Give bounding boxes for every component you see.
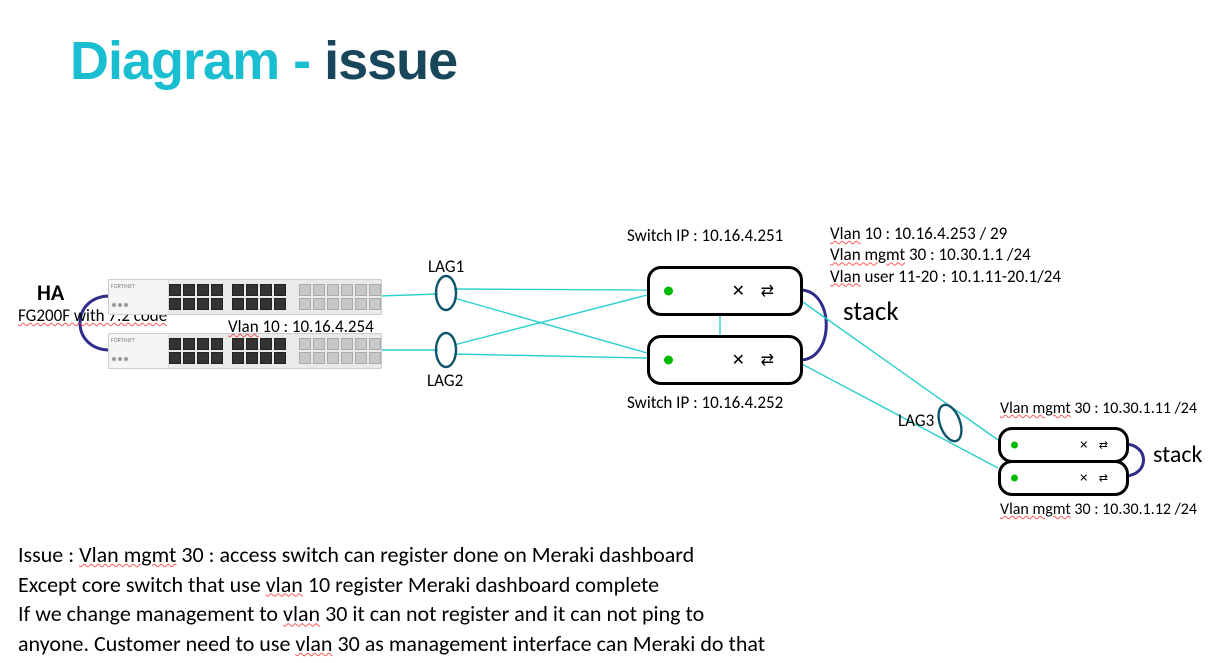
access-switch-bottom: ✕ ⇄ <box>998 460 1129 496</box>
page-title: Diagram - issue <box>70 30 457 92</box>
stack-label-core: stack <box>843 295 899 328</box>
lag2-label: LAG2 <box>427 370 463 391</box>
ha-label: HA <box>37 279 64 306</box>
access-vlan-bottom-label: Vlan mgmt 30 : 10.30.1.12 /24 <box>1000 500 1197 519</box>
title-text-b: issue <box>324 31 457 91</box>
switch-arrows-icon: ✕ ⇄ <box>1079 439 1112 452</box>
switch-ip-bottom-label: Switch IP : 10.16.4.252 <box>627 392 783 413</box>
vlan10-firewall-label: Vlan 10 : 10.16.4.254 <box>228 316 374 337</box>
switch-arrows-icon: ✕ ⇄ <box>732 281 780 301</box>
access-switch-top: ✕ ⇄ <box>998 427 1129 463</box>
stack-label-access: stack <box>1153 440 1202 469</box>
issue-description: Issue : Vlan mgmt 30 : access switch can… <box>18 540 765 659</box>
lag3-label: LAG3 <box>898 410 934 431</box>
firewall-top: FORTINET <box>108 279 382 315</box>
switch-arrows-icon: ✕ ⇄ <box>1079 472 1112 485</box>
core-switch-top: ✕ ⇄ <box>647 266 803 316</box>
core-switch-bottom: ✕ ⇄ <box>647 335 803 385</box>
firewall-bottom: FORTINET <box>108 333 382 369</box>
switch-arrows-icon: ✕ ⇄ <box>732 350 780 370</box>
title-text-a: Diagram - <box>70 31 324 91</box>
switch-ip-top-label: Switch IP : 10.16.4.251 <box>627 225 783 246</box>
access-vlan-top-label: Vlan mgmt 30 : 10.30.1.11 /24 <box>1000 399 1197 418</box>
lag1-label: LAG1 <box>428 256 464 277</box>
core-vlan-info: Vlan 10 : 10.16.4.253 / 29 Vlan mgmt 30 … <box>830 223 1061 287</box>
